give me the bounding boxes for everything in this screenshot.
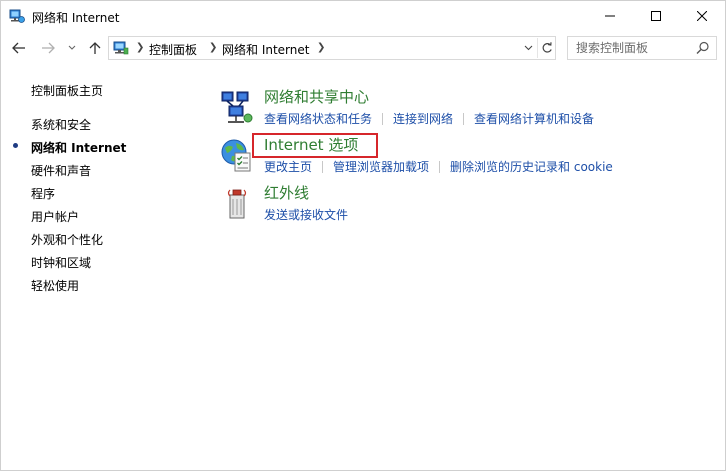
breadcrumb-control-panel[interactable]: 控制面板	[149, 41, 197, 58]
internet-options-tasks: 更改主页 管理浏览器加载项 删除浏览的历史记录和 cookie	[264, 158, 613, 175]
minimize-button[interactable]	[587, 1, 633, 31]
highlight-annotation-box	[252, 133, 378, 158]
search-input[interactable]	[568, 37, 692, 59]
breadcrumb-separator[interactable]: ❯	[209, 42, 217, 53]
refresh-button[interactable]	[537, 38, 555, 58]
forward-arrow-icon	[42, 42, 55, 54]
refresh-icon	[542, 42, 552, 53]
sidebar: 控制面板主页 系统和安全 网络和 Internet 硬件和声音 程序 用户帐户 …	[1, 63, 201, 463]
delete-browsing-history-link[interactable]: 删除浏览的历史记录和 cookie	[450, 160, 613, 174]
send-receive-files-link[interactable]: 发送或接收文件	[264, 208, 348, 222]
link-divider	[463, 113, 465, 125]
link-divider	[382, 113, 384, 125]
sidebar-item-clock-region[interactable]: 时钟和区域	[31, 254, 91, 271]
maximize-button[interactable]	[633, 1, 679, 31]
manage-browser-addons-link[interactable]: 管理浏览器加载项	[333, 160, 429, 174]
address-bar[interactable]: ❯ 控制面板 ❯ 网络和 Internet ❯	[108, 36, 556, 60]
change-home-page-link[interactable]: 更改主页	[264, 160, 312, 174]
network-sharing-tasks: 查看网络状态和任务 连接到网络 查看网络计算机和设备	[264, 110, 594, 127]
title-bar: 网络和 Internet	[1, 1, 725, 33]
control-panel-window: 网络和 Internet ❯ 控制面板 ❯ 网络和 Internet ❯ 搜索控…	[0, 0, 726, 471]
connect-to-network-link[interactable]: 连接到网络	[393, 112, 453, 126]
sidebar-item-appearance[interactable]: 外观和个性化	[31, 231, 103, 248]
link-divider	[322, 161, 324, 173]
window-title: 网络和 Internet	[32, 11, 120, 25]
maximize-icon	[651, 11, 661, 21]
sidebar-item-control-panel-home[interactable]: 控制面板主页	[31, 82, 103, 99]
up-arrow-icon	[89, 42, 101, 54]
sidebar-item-network-internet[interactable]: 网络和 Internet	[31, 139, 126, 156]
minimize-icon	[605, 15, 615, 17]
back-button[interactable]	[10, 39, 28, 57]
back-arrow-icon	[12, 42, 25, 54]
address-history-dropdown[interactable]	[521, 41, 535, 55]
breadcrumb-separator[interactable]: ❯	[136, 42, 144, 53]
close-icon	[697, 11, 707, 21]
sidebar-item-hardware-sound[interactable]: 硬件和声音	[31, 162, 91, 179]
network-icon	[9, 8, 25, 24]
sidebar-item-user-accounts[interactable]: 用户帐户	[31, 208, 79, 225]
link-divider	[439, 161, 441, 173]
view-network-status-link[interactable]: 查看网络状态和任务	[264, 112, 372, 126]
active-item-indicator	[13, 143, 18, 148]
sidebar-item-ease-of-access[interactable]: 轻松使用	[31, 277, 79, 294]
sidebar-item-system-security[interactable]: 系统和安全	[31, 116, 91, 133]
breadcrumb-network-internet[interactable]: 网络和 Internet	[222, 41, 309, 58]
navigation-bar: ❯ 控制面板 ❯ 网络和 Internet ❯	[1, 33, 725, 63]
infrared-link[interactable]: 红外线	[264, 182, 309, 203]
search-box[interactable]	[567, 36, 717, 60]
close-button[interactable]	[679, 1, 725, 31]
up-button[interactable]	[86, 39, 104, 57]
forward-button[interactable]	[39, 39, 57, 57]
recent-locations-button[interactable]	[63, 39, 81, 57]
breadcrumb-separator[interactable]: ❯	[317, 42, 325, 53]
control-panel-icon	[113, 40, 129, 56]
infrared-tasks: 发送或接收文件	[264, 206, 348, 223]
network-sharing-center-link[interactable]: 网络和共享中心	[264, 86, 369, 107]
infrared-icon[interactable]	[219, 186, 255, 222]
internet-options-icon[interactable]	[219, 138, 255, 174]
network-sharing-icon[interactable]	[219, 90, 255, 126]
search-icon[interactable]	[696, 41, 710, 55]
chevron-down-icon	[524, 45, 532, 51]
view-network-computers-link[interactable]: 查看网络计算机和设备	[474, 112, 594, 126]
sidebar-item-programs[interactable]: 程序	[31, 185, 55, 202]
chevron-down-icon	[68, 45, 76, 50]
